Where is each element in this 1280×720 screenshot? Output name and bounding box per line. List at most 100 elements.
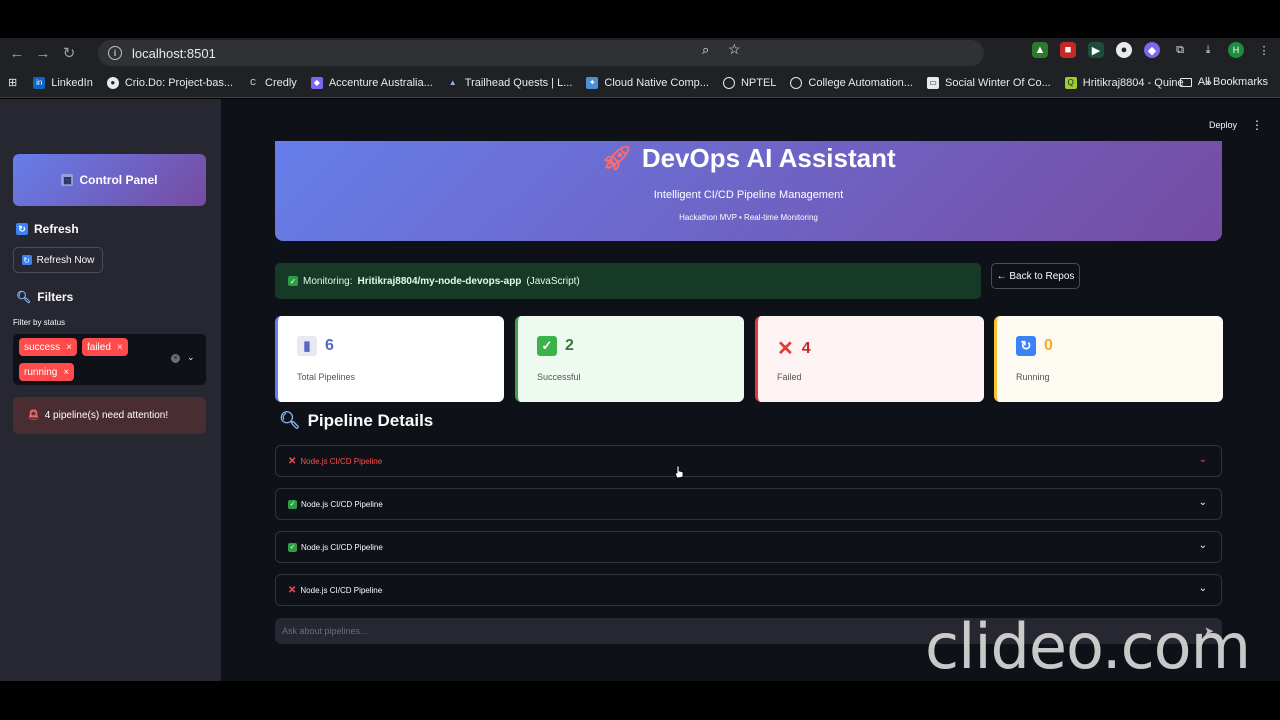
- extension-chart-icon[interactable]: ▲: [1032, 42, 1048, 58]
- reload-icon[interactable]: ↻: [56, 40, 82, 66]
- chevron-down-icon[interactable]: ⌄: [1199, 454, 1207, 465]
- bookmark-credly[interactable]: C Credly: [247, 77, 297, 89]
- bookmark-crio[interactable]: ● Crio.Do: Project-bas...: [106, 76, 233, 89]
- refresh-icon: ↻: [16, 223, 28, 235]
- filter-label: Filter by status: [13, 318, 66, 327]
- apps-grid-icon[interactable]: ⊞: [8, 76, 17, 89]
- crio-icon: ●: [106, 76, 119, 89]
- metric-label: Running: [1016, 372, 1050, 382]
- site-info-icon[interactable]: i: [108, 46, 122, 60]
- credly-icon: C: [250, 78, 256, 87]
- refresh-icon: ↻: [1016, 336, 1036, 356]
- browser-menu-icon[interactable]: ⋮: [1256, 42, 1272, 58]
- remove-chip-icon[interactable]: ×: [117, 342, 123, 353]
- bookmark-accenture[interactable]: ◆ Accenture Australia...: [310, 76, 433, 89]
- chip-running[interactable]: running ×: [19, 363, 75, 381]
- extensions-puzzle-icon[interactable]: ⧉: [1172, 42, 1188, 58]
- check-icon: ✓: [288, 542, 297, 552]
- metric-label: Total Pipelines: [297, 372, 356, 382]
- zoom-icon[interactable]: ⌕: [702, 42, 709, 58]
- extension-face-icon[interactable]: ●: [1116, 42, 1132, 58]
- back-arrow-icon[interactable]: ←: [4, 40, 30, 66]
- metric-value: 2: [565, 337, 574, 354]
- metric-successful: ✓ 2 Successful: [515, 316, 744, 402]
- pipeline-expander[interactable]: ✓ Node.js CI/CD Pipeline ⌄: [275, 531, 1222, 563]
- chevron-down-icon[interactable]: ⌄: [187, 352, 195, 363]
- magnifier-icon: 🔍︎: [16, 290, 32, 304]
- metric-value: 6: [325, 337, 334, 354]
- main-menu-icon[interactable]: ⋮: [1251, 118, 1263, 132]
- forward-arrow-icon[interactable]: →: [30, 40, 56, 66]
- globe-icon: [790, 76, 803, 89]
- remove-chip-icon[interactable]: ×: [63, 367, 69, 378]
- check-icon: ✓: [288, 499, 297, 509]
- check-icon: ✓: [288, 276, 298, 286]
- bookmark-social-winter[interactable]: ▭ Social Winter Of Co...: [926, 76, 1051, 89]
- linkedin-icon: in: [33, 76, 46, 89]
- cross-icon: ✕: [777, 338, 794, 360]
- cloud-native-icon: ✦: [586, 76, 599, 89]
- status-multiselect[interactable]: success × failed × running × × ⌄: [13, 334, 206, 385]
- chevron-down-icon[interactable]: ⌄: [1199, 497, 1207, 508]
- chevron-down-icon[interactable]: ⌄: [1199, 583, 1207, 594]
- hero-tagline: Hackathon MVP • Real-time Monitoring: [679, 213, 818, 222]
- metric-label: Failed: [777, 372, 802, 382]
- refresh-icon: ↻: [21, 255, 32, 265]
- chip-failed[interactable]: failed ×: [82, 338, 128, 356]
- profile-avatar[interactable]: H: [1228, 42, 1244, 58]
- chevron-down-icon[interactable]: ⌄: [1199, 540, 1207, 551]
- control-panel-header: ▦ Control Panel: [13, 154, 206, 206]
- attention-alert: 🚨︎ 4 pipeline(s) need attention!: [13, 397, 206, 434]
- all-bookmarks[interactable]: All Bookmarks: [1179, 76, 1268, 88]
- metric-total: ▮ 6 Total Pipelines: [275, 316, 504, 402]
- swoc-icon: ▭: [926, 76, 939, 89]
- metric-value: 0: [1044, 337, 1053, 354]
- back-to-repos-button[interactable]: ← Back to Repos: [991, 263, 1080, 289]
- bookmark-linkedin[interactable]: in LinkedIn: [33, 76, 93, 89]
- remove-chip-icon[interactable]: ×: [66, 342, 72, 353]
- bookmarks-bar: ⊞ in LinkedIn ● Crio.Do: Project-bas... CC…: [0, 68, 1280, 98]
- check-icon: ✓: [537, 336, 557, 356]
- metric-label: Successful: [537, 372, 581, 382]
- trailhead-icon: ▲: [448, 78, 457, 87]
- refresh-now-button[interactable]: ↻ Refresh Now: [13, 247, 103, 273]
- accenture-icon: ◆: [310, 76, 323, 89]
- hero-title: 🚀︎ DevOps AI Assistant: [601, 143, 896, 173]
- hero-subtitle: Intelligent CI/CD Pipeline Management: [653, 189, 844, 201]
- quine-icon: Q: [1064, 76, 1077, 89]
- cross-icon: ✕: [288, 455, 297, 467]
- address-bar[interactable]: i localhost:8501: [98, 40, 984, 66]
- monitoring-banner: ✓ Monitoring: Hritikraj8804/my-node-devo…: [275, 263, 981, 299]
- globe-icon: [722, 76, 735, 89]
- bookmark-quine[interactable]: Q Hritikraj8804 - Quine: [1064, 76, 1184, 89]
- pipeline-expander[interactable]: ✕ Node.js CI/CD Pipeline ⌄: [275, 574, 1222, 606]
- extension-play-icon[interactable]: ▶: [1088, 42, 1104, 58]
- control-panel-icon: ▦: [61, 174, 74, 186]
- clear-all-icon[interactable]: ×: [171, 354, 180, 363]
- deploy-button[interactable]: Deploy: [1209, 120, 1237, 130]
- chip-success[interactable]: success ×: [19, 338, 77, 356]
- toolbar-actions: ⌕ ☆ ▲ ■ ▶ ● ◆ ⧉ ⤓ H ⋮: [702, 41, 1272, 58]
- refresh-heading: ↻ Refresh: [16, 222, 79, 236]
- extension-lock-icon[interactable]: ■: [1060, 42, 1076, 58]
- screen: ← → ↻ i localhost:8501 ⌕ ☆ ▲ ■ ▶ ● ◆ ⧉ ⤓…: [0, 0, 1280, 720]
- watermark: clideo.com: [925, 610, 1251, 683]
- pipeline-expander[interactable]: ✕ Node.js CI/CD Pipeline ⌄: [275, 445, 1222, 477]
- sidebar: ▦ Control Panel ↻ Refresh ↻ Refresh Now …: [0, 99, 221, 681]
- browser-toolbar: ← → ↻ i localhost:8501 ⌕ ☆ ▲ ■ ▶ ● ◆ ⧉ ⤓…: [0, 38, 1280, 68]
- metric-running: ↻ 0 Running: [994, 316, 1223, 402]
- rocket-icon: 🚀︎: [601, 145, 632, 172]
- siren-icon: 🚨︎: [27, 410, 40, 421]
- bookmark-nptel[interactable]: NPTEL: [722, 76, 776, 89]
- bookmark-trailhead[interactable]: ▲ Trailhead Quests | L...: [447, 77, 573, 89]
- download-icon[interactable]: ⤓: [1200, 42, 1216, 58]
- hand-cursor-icon: [674, 465, 684, 479]
- extension-ghost-icon[interactable]: ◆: [1144, 42, 1160, 58]
- magnifier-icon: 🔍︎: [279, 411, 301, 430]
- filters-heading: 🔍︎ Filters: [16, 290, 74, 304]
- pipeline-expander[interactable]: ✓ Node.js CI/CD Pipeline ⌄: [275, 488, 1222, 520]
- bookmark-college[interactable]: College Automation...: [790, 76, 913, 89]
- star-icon[interactable]: ☆: [728, 41, 741, 58]
- pipeline-details-heading: 🔍︎ Pipeline Details: [279, 411, 434, 430]
- bookmark-cloud-native[interactable]: ✦ Cloud Native Comp...: [586, 76, 709, 89]
